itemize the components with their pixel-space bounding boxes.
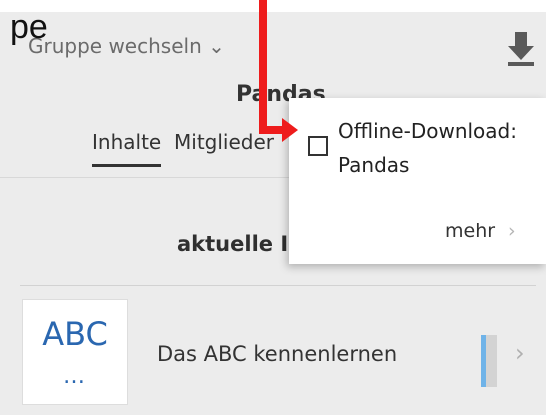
group-switch-dropdown[interactable]: Gruppe wechseln ⌄ (28, 34, 225, 58)
options-popup: Offline-Download: Pandas mehr › (289, 98, 546, 264)
progress-bar (481, 335, 497, 387)
app-screen: Gruppe wechseln ⌄ Pandas Inhalte Mitglie… (0, 12, 546, 415)
more-chevron-icon: › (508, 220, 516, 242)
thumbnail-dots: … (63, 364, 87, 389)
more-link[interactable]: mehr (445, 220, 495, 242)
download-icon[interactable] (506, 30, 536, 68)
chevron-right-icon[interactable]: › (515, 339, 525, 367)
tab-members[interactable]: Mitglieder (174, 130, 274, 164)
section-divider (20, 285, 536, 286)
list-item-title: Das ABC kennenlernen (157, 342, 398, 366)
tab-contents[interactable]: Inhalte (92, 130, 162, 167)
overlay-annotation-text: pe (10, 8, 48, 46)
thumbnail-text: ABC (42, 315, 108, 353)
progress-fill (481, 335, 486, 387)
offline-download-label[interactable]: Offline-Download: Pandas (338, 114, 538, 182)
list-item[interactable]: ABC … Das ABC kennenlernen › (0, 299, 546, 415)
top-strip (0, 0, 546, 12)
course-thumbnail: ABC … (22, 299, 128, 405)
offline-download-checkbox[interactable] (308, 136, 328, 156)
